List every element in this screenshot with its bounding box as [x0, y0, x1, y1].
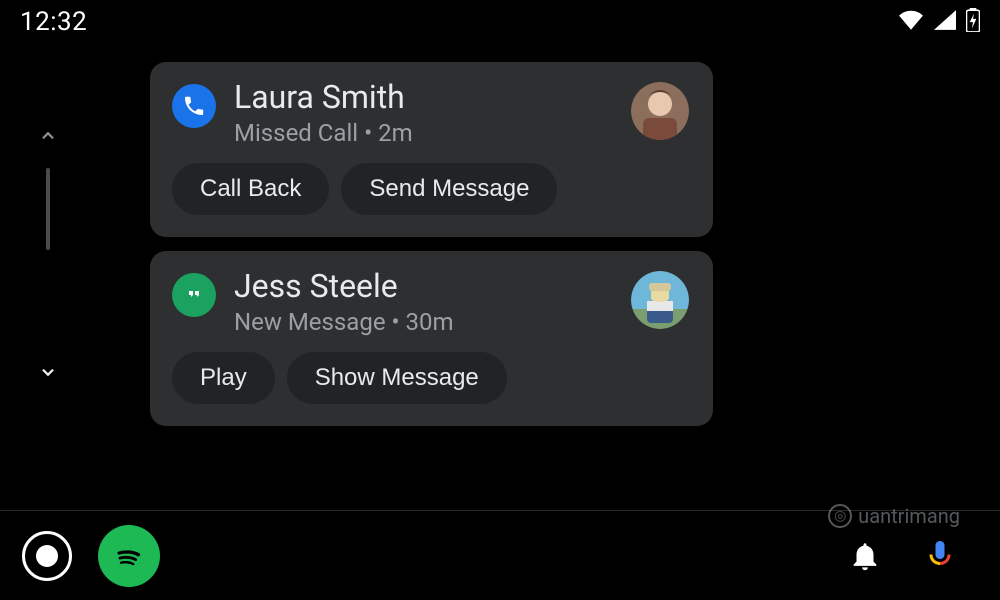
battery-icon	[966, 8, 980, 36]
show-message-button[interactable]: Show Message	[287, 352, 507, 404]
notification-title: Laura Smith	[234, 80, 691, 115]
pager-control[interactable]	[28, 120, 68, 420]
notification-title: Jess Steele	[234, 269, 691, 304]
spotify-icon[interactable]	[98, 525, 160, 587]
status-bar: 12:32	[0, 0, 1000, 44]
wifi-icon	[898, 10, 924, 34]
app-launcher-button[interactable]	[22, 531, 72, 581]
pause-button[interactable]	[302, 539, 336, 573]
status-clock: 12:32	[20, 7, 87, 37]
notification-subtitle: Missed Call • 2m	[234, 119, 691, 147]
hangouts-icon	[172, 273, 216, 317]
notification-card-new-message[interactable]: Jess Steele New Message • 30m Play Show …	[150, 251, 713, 426]
next-track-button[interactable]	[406, 539, 440, 573]
chevron-down-icon[interactable]	[34, 360, 62, 388]
avatar	[631, 271, 689, 329]
notifications-button[interactable]	[842, 538, 888, 574]
notification-card-missed-call[interactable]: Laura Smith Missed Call • 2m Call Back S…	[150, 62, 713, 237]
voice-assistant-button[interactable]	[916, 537, 964, 575]
chevron-up-icon[interactable]	[34, 120, 62, 148]
notification-subtitle: New Message • 30m	[234, 308, 691, 336]
status-icons	[898, 8, 980, 36]
play-button[interactable]: Play	[172, 352, 275, 404]
media-controls	[148, 525, 470, 587]
call-back-button[interactable]: Call Back	[172, 163, 329, 215]
send-message-button[interactable]: Send Message	[341, 163, 557, 215]
pager-track[interactable]	[46, 168, 50, 250]
notification-list: Laura Smith Missed Call • 2m Call Back S…	[150, 62, 713, 440]
avatar	[631, 82, 689, 140]
previous-track-button[interactable]	[198, 539, 232, 573]
circle-icon	[36, 545, 58, 567]
phone-icon	[172, 84, 216, 128]
cellular-icon	[934, 10, 956, 34]
bottom-bar	[0, 510, 1000, 600]
